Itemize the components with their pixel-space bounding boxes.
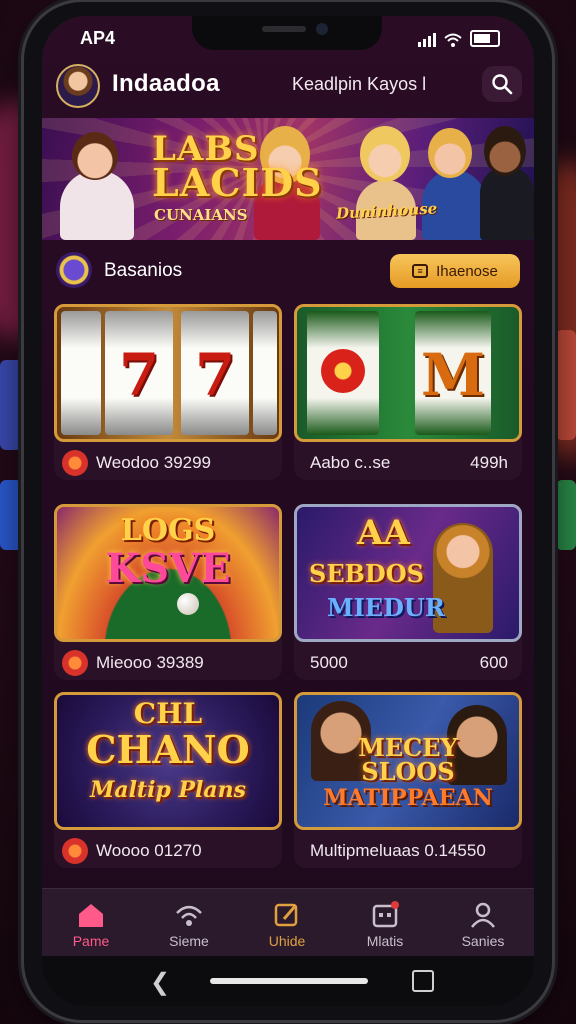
game-card[interactable]: M Aabo c..se 499h — [294, 304, 522, 480]
game-value: 499h — [470, 453, 508, 472]
game-art-title: MIEDUR — [327, 593, 445, 622]
game-info: Weodoo 39299 — [54, 450, 282, 476]
game-art-title: KSVE — [105, 545, 231, 592]
game-thumbnail: 7 7 — [54, 304, 282, 442]
game-name: Woooo 01270 — [96, 841, 202, 860]
section-action-label: Ihaenose — [436, 262, 498, 280]
game-name: Aabo c..se — [310, 453, 391, 472]
game-art-title: SLOOS — [361, 757, 455, 786]
wifi-icon — [444, 33, 462, 47]
home-icon — [79, 904, 103, 927]
edit-icon — [274, 903, 298, 927]
app-title: Indaadoa — [112, 70, 220, 97]
game-thumbnail: LOGS KSVE — [54, 504, 282, 642]
signal-icon — [176, 905, 202, 926]
tab-home[interactable]: Pame — [42, 895, 140, 955]
status-time: AP4 — [80, 28, 116, 48]
tab-label: Sanies — [461, 933, 505, 949]
game-art-title: CHANO — [86, 727, 250, 772]
app-screen: AP4 Indaadoa Keadlpin Kayos l LABS LACID… — [42, 16, 534, 1006]
promo-banner[interactable]: LABS LACIDS CUNAIANS Duninhouse — [42, 118, 534, 240]
game-chip-icon — [62, 650, 88, 676]
game-art-title: Maltip Plans — [89, 777, 247, 803]
game-thumbnail: MECEY SLOOS MATIPPAEAN — [294, 692, 522, 830]
slot-symbol: M — [420, 341, 486, 409]
game-value: 600 — [479, 653, 508, 672]
recent-apps-icon[interactable] — [412, 970, 434, 992]
game-info: Mieooo 39389 — [54, 650, 282, 676]
game-name: Multipmeluaas 0.14550 — [310, 841, 486, 860]
game-card[interactable]: MECEY SLOOS MATIPPAEAN Multipmeluaas 0.1… — [294, 692, 522, 868]
tab-label: Pame — [72, 933, 110, 949]
game-chip-icon — [62, 450, 88, 476]
system-nav-bar: ❮ — [42, 956, 534, 1006]
status-bar: AP4 — [42, 26, 534, 50]
banner-title-line2: LACIDS — [152, 160, 323, 205]
app-header: Indaadoa Keadlpin Kayos l — [42, 64, 534, 110]
game-art-title: CHL — [133, 697, 203, 730]
tab-label: Uhide — [268, 933, 306, 949]
tab-sieme[interactable]: Sieme — [140, 895, 238, 955]
game-art-title: MATIPPAEAN — [323, 785, 493, 811]
section-title: Basanios — [104, 260, 183, 281]
game-info: Woooo 01270 — [54, 838, 282, 864]
section-header: Basanios ≡ Ihaenose — [42, 250, 534, 294]
game-chip-icon — [62, 838, 88, 864]
avatar[interactable] — [56, 64, 100, 108]
game-card[interactable]: LOGS KSVE Mieooo 39389 — [54, 504, 282, 680]
back-icon[interactable]: ❮ — [150, 968, 170, 997]
game-info: 5000 600 — [294, 650, 522, 676]
slot-symbol: 7 — [118, 341, 160, 409]
tab-mlatis[interactable]: Mlatis — [336, 895, 434, 955]
tab-sanies[interactable]: Sanies — [434, 895, 532, 955]
game-card[interactable]: AA SEBDOS MIEDUR 5000 600 — [294, 504, 522, 680]
game-thumbnail: CHL CHANO Maltip Plans — [54, 692, 282, 830]
game-art-title: SEBDOS — [309, 559, 424, 588]
header-subtitle: Keadlpin Kayos l — [292, 74, 427, 94]
game-art-title: LOGS — [120, 513, 216, 548]
search-icon — [492, 74, 513, 95]
game-info: Multipmeluaas 0.14550 — [294, 838, 522, 864]
game-name: 5000 — [310, 653, 348, 672]
game-thumbnail: AA SEBDOS MIEDUR — [294, 504, 522, 642]
banner-subtitle: CUNAIANS — [154, 206, 248, 224]
calendar-icon — [372, 901, 399, 928]
tab-uhide[interactable]: Uhide — [238, 895, 336, 955]
game-card[interactable]: CHL CHANO Maltip Plans Woooo 01270 — [54, 692, 282, 868]
phone-frame: AP4 Indaadoa Keadlpin Kayos l LABS LACID… — [24, 2, 552, 1020]
home-gesture-bar[interactable] — [210, 978, 368, 984]
tab-label: Sieme — [169, 933, 209, 949]
tab-label: Mlatis — [366, 933, 404, 949]
user-icon — [471, 902, 495, 928]
search-button[interactable] — [482, 66, 522, 102]
casino-chip-icon — [56, 252, 92, 288]
game-name: Weodoo 39299 — [96, 453, 212, 472]
slot-symbol: 7 — [194, 341, 236, 409]
ticket-icon: ≡ — [412, 264, 429, 278]
signal-strength-icon — [418, 33, 436, 47]
bottom-tab-bar: Pame Sieme Uhide Mlatis Sanies — [42, 888, 534, 957]
game-thumbnail: M — [294, 304, 522, 442]
section-action-button[interactable]: ≡ Ihaenose — [390, 254, 520, 288]
game-art-title: AA — [357, 513, 410, 553]
banner-title: LABS LACIDS — [152, 132, 323, 205]
game-info: Aabo c..se 499h — [294, 450, 522, 476]
game-card[interactable]: 7 7 Weodoo 39299 — [54, 304, 282, 480]
battery-icon — [470, 30, 500, 47]
game-name: Mieooo 39389 — [96, 653, 204, 672]
